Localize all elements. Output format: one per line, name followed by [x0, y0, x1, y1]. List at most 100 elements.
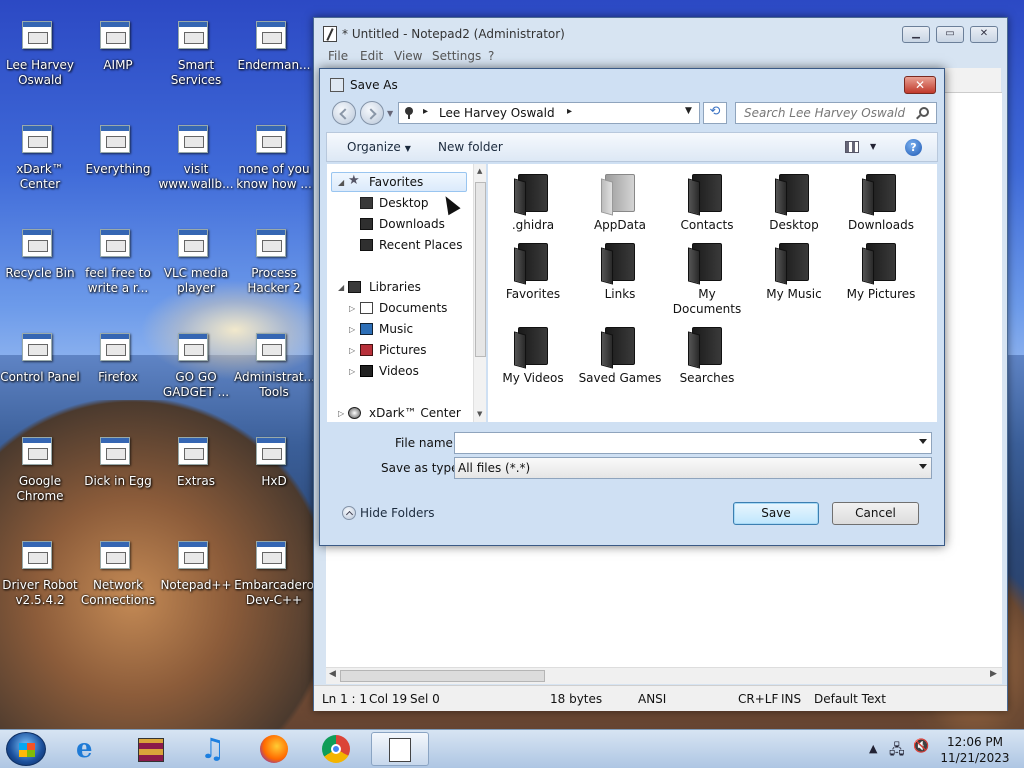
taskbar-internet-explorer[interactable]: e — [64, 732, 116, 766]
nav-documents[interactable]: ▷ Documents — [349, 301, 447, 315]
folder-item[interactable]: My Music — [751, 241, 837, 302]
scroll-down-icon[interactable]: ▼ — [477, 410, 482, 418]
desktop-icon-firefox[interactable]: Firefox — [78, 319, 158, 385]
desktop-icon-recycle-bin[interactable]: Recycle Bin — [0, 215, 80, 281]
address-bar[interactable]: ▸ Lee Harvey Oswald ▸ ▼ — [398, 102, 700, 124]
breadcrumb-current[interactable]: Lee Harvey Oswald — [439, 106, 555, 120]
menu-view[interactable]: View — [394, 49, 422, 63]
recent-locations-icon[interactable]: ▼ — [387, 109, 393, 118]
nav-pictures[interactable]: ▷ Pictures — [349, 343, 427, 357]
save-as-dialog[interactable]: Save As ✕ ▼ ▸ Lee Harvey Oswald ▸ ▼ ⟲ Se… — [319, 68, 945, 546]
help-icon[interactable]: ? — [905, 139, 922, 156]
chevron-down-icon[interactable] — [919, 439, 927, 444]
forward-button[interactable] — [360, 101, 384, 125]
save-type-select[interactable]: All files (*.*) — [454, 457, 932, 479]
scroll-up-icon[interactable]: ▲ — [477, 167, 482, 175]
maximize-button[interactable]: ▭ — [936, 26, 964, 43]
desktop-icon-control-panel[interactable]: Control Panel — [0, 319, 80, 385]
folder-item[interactable]: Contacts — [664, 172, 750, 233]
folder-item[interactable]: Favorites — [490, 241, 576, 302]
desktop-icon-go-go-gadget[interactable]: GO GO GADGET ... — [156, 319, 236, 400]
nav-xdark-center[interactable]: ▷ xDark™ Center — [338, 406, 461, 420]
scroll-thumb[interactable] — [340, 670, 545, 682]
expand-triangle-icon[interactable]: ◢ — [338, 178, 344, 187]
scroll-left-icon[interactable]: ◀ — [329, 669, 336, 679]
collapse-triangle-icon[interactable]: ▷ — [349, 367, 355, 376]
refresh-icon[interactable]: ⟲ — [703, 102, 727, 124]
start-button[interactable] — [6, 732, 46, 766]
nav-recent-places[interactable]: Recent Places — [360, 238, 462, 252]
menu-edit[interactable]: Edit — [360, 49, 383, 63]
hide-folders-button[interactable]: Hide Folders — [342, 506, 435, 520]
nav-libraries[interactable]: ◢ Libraries — [338, 280, 421, 294]
desktop-icon-aimp[interactable]: AIMP — [78, 7, 158, 73]
system-clock[interactable]: 12:06 PM 11/21/2023 — [940, 734, 1010, 766]
folder-item[interactable]: Searches — [664, 325, 750, 386]
nav-desktop[interactable]: Desktop — [360, 196, 429, 210]
cancel-button[interactable]: Cancel — [832, 502, 919, 525]
desktop-icon-administrat-tools[interactable]: Administrat... Tools — [234, 319, 315, 400]
chevron-down-icon[interactable] — [919, 464, 927, 469]
desktop-icon-driver-robot-v2-5-4-2[interactable]: Driver Robot v2.5.4.2 — [0, 527, 80, 608]
nav-scroll-thumb[interactable] — [475, 182, 486, 357]
nav-favorites[interactable]: ◢ ★ Favorites — [338, 173, 423, 189]
dialog-close-button[interactable]: ✕ — [904, 76, 936, 94]
folder-item[interactable]: My Pictures — [838, 241, 924, 302]
desktop-icon-none-of-you-know-how[interactable]: none of you know how ... — [234, 111, 314, 192]
folder-item[interactable]: Saved Games — [577, 325, 663, 386]
view-options-icon[interactable] — [845, 141, 859, 153]
folder-item[interactable]: Downloads — [838, 172, 924, 233]
desktop-icon-extras[interactable]: Extras — [156, 423, 236, 489]
collapse-triangle-icon[interactable]: ▷ — [349, 304, 355, 313]
folder-item[interactable]: .ghidra — [490, 172, 576, 233]
desktop-icon-network-connections[interactable]: Network Connections — [78, 527, 158, 608]
desktop-icon-everything[interactable]: Everything — [78, 111, 158, 177]
folder-item[interactable]: Desktop — [751, 172, 837, 233]
taskbar-firefox[interactable] — [248, 732, 300, 766]
desktop-icon-lee-harvey-oswald[interactable]: Lee Harvey Oswald — [0, 7, 80, 88]
menu-settings[interactable]: Settings — [432, 49, 481, 63]
desktop-icon-embarcadero-dev-c[interactable]: Embarcadero Dev-C++ — [234, 527, 314, 608]
desktop-icon-hxd[interactable]: HxD — [234, 423, 314, 489]
breadcrumb-chevron-icon[interactable]: ▸ — [423, 106, 428, 117]
desktop-icon-smart-services[interactable]: Smart Services — [156, 7, 236, 88]
new-folder-button[interactable]: New folder — [438, 140, 503, 154]
desktop-icon-dick-in-egg[interactable]: Dick in Egg — [78, 423, 158, 489]
folder-item[interactable]: My Videos — [490, 325, 576, 386]
folder-item[interactable]: Links — [577, 241, 663, 302]
collapse-triangle-icon[interactable]: ▷ — [338, 409, 344, 418]
desktop-icon-vlc-media-player[interactable]: VLC media player — [156, 215, 236, 296]
desktop-icon-xdark-center[interactable]: xDark™ Center — [0, 111, 80, 192]
taskbar-winrar[interactable] — [124, 732, 176, 766]
desktop-icon-enderman[interactable]: Enderman... — [234, 7, 314, 73]
horizontal-scrollbar[interactable]: ◀ ▶ — [326, 667, 1002, 684]
network-tray-icon[interactable]: 🖧 — [889, 739, 905, 763]
taskbar-notepad2[interactable] — [371, 732, 429, 766]
nav-videos[interactable]: ▷ Videos — [349, 364, 419, 378]
folder-item[interactable]: My Documents — [664, 241, 750, 317]
file-name-input[interactable] — [454, 432, 932, 454]
search-input[interactable]: Search Lee Harvey Oswald — [735, 102, 937, 124]
collapse-triangle-icon[interactable]: ▷ — [349, 325, 355, 334]
navigation-pane[interactable]: ◢ ★ Favorites Desktop Downloads Recent P… — [327, 164, 486, 422]
expand-triangle-icon[interactable]: ◢ — [338, 283, 344, 292]
breadcrumb-chevron-icon[interactable]: ▸ — [567, 106, 572, 117]
desktop-icon-feel-free-to-write-a-r[interactable]: feel free to write a r... — [78, 215, 158, 296]
minimize-button[interactable]: ▁ — [902, 26, 930, 43]
taskbar-chrome[interactable] — [310, 732, 362, 766]
desktop-icon-visit-www-wallb[interactable]: visit www.wallb... — [156, 111, 236, 192]
search-icon[interactable] — [919, 107, 929, 117]
folder-item[interactable]: AppData — [577, 172, 663, 233]
file-list[interactable]: .ghidra AppData Contacts Desktop Downloads Fa… — [488, 164, 937, 422]
show-hidden-icons[interactable]: ▲ — [869, 742, 877, 755]
close-button[interactable]: ✕ — [970, 26, 998, 43]
taskbar-music[interactable]: ♫ — [186, 732, 238, 766]
scroll-right-icon[interactable]: ▶ — [990, 669, 997, 679]
back-button[interactable] — [332, 101, 356, 125]
menu-file[interactable]: File — [328, 49, 348, 63]
desktop-icon-process-hacker-2[interactable]: Process Hacker 2 — [234, 215, 314, 296]
desktop-icon-notepad[interactable]: Notepad++ — [156, 527, 236, 593]
menu-help[interactable]: ? — [488, 49, 494, 63]
organize-button[interactable]: Organize ▼ — [347, 140, 411, 154]
nav-scrollbar[interactable]: ▲ ▼ — [473, 164, 486, 422]
